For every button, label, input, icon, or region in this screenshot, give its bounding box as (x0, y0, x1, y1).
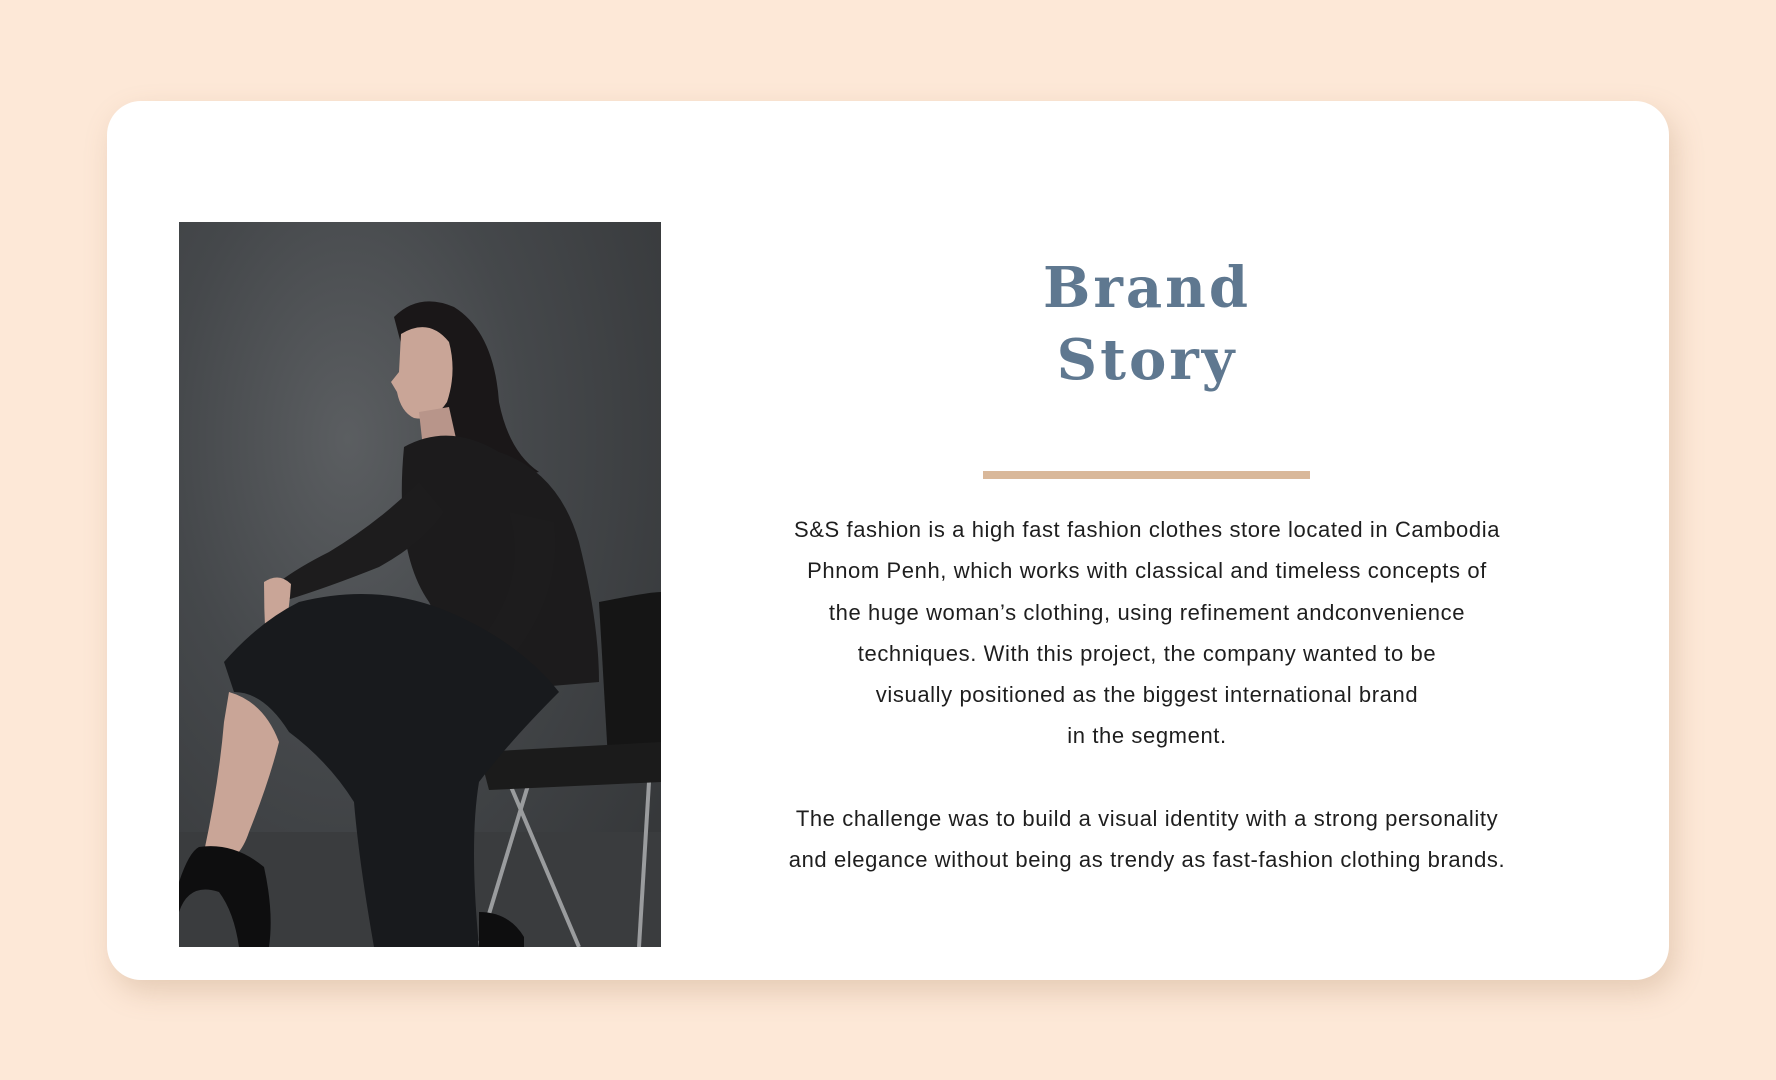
title-line-1: Brand (1043, 255, 1251, 321)
paragraph-line: and elegance without being as trendy as … (788, 847, 1506, 873)
model-photo (179, 222, 661, 947)
page-title: Brand Story (697, 252, 1597, 396)
brand-story-content: Brand Story S&S fashion is a high fast f… (697, 222, 1597, 947)
paragraph-line: techniques. With this project, the compa… (857, 640, 1437, 666)
paragraph-line: The challenge was to build a visual iden… (795, 805, 1499, 831)
title-line-2: Story (1056, 327, 1238, 393)
accent-divider (983, 471, 1310, 479)
paragraph-challenge: The challenge was to build a visual iden… (697, 798, 1597, 881)
paragraph-line: visually positioned as the biggest inter… (875, 682, 1419, 708)
paragraph-line: S&S fashion is a high fast fashion cloth… (793, 517, 1501, 542)
seated-woman-illustration (179, 301, 661, 947)
paragraph-line: in the segment. (1067, 723, 1227, 749)
paragraph-line: the huge woman’s clothing, using refinem… (828, 599, 1466, 625)
paragraph-line: Phnom Penh, which works with classical a… (807, 558, 1487, 584)
paragraph-intro: S&S fashion is a high fast fashion cloth… (697, 509, 1597, 757)
brand-story-card: Brand Story S&S fashion is a high fast f… (107, 101, 1669, 980)
face (391, 327, 453, 419)
story-text: S&S fashion is a high fast fashion cloth… (697, 509, 1597, 880)
chair-seat (479, 742, 661, 790)
